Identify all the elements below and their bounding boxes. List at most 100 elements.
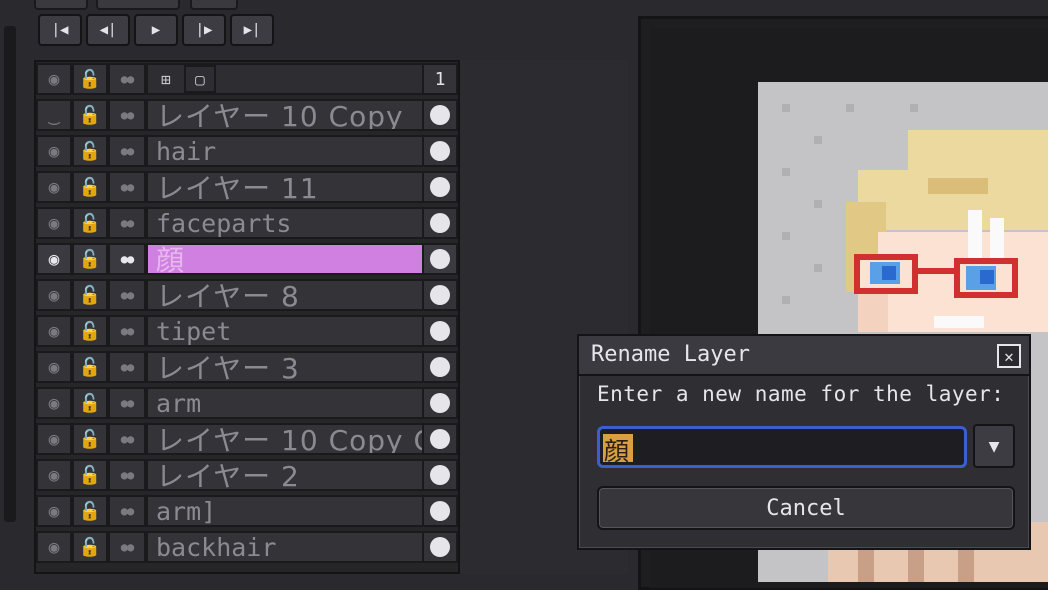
layer-row[interactable]: ◉ 🔓 ●● レイヤー 11: [36, 170, 458, 204]
layer-name[interactable]: backhair: [146, 531, 456, 563]
layer-lock-toggle[interactable]: 🔓: [72, 243, 108, 275]
layer-name[interactable]: hair: [146, 135, 456, 167]
link-icon: ●●: [120, 360, 134, 374]
layer-row[interactable]: ‿ 🔓 ●● レイヤー 10 Copy: [36, 98, 458, 132]
cel-dot-icon: [430, 501, 450, 521]
layer-row[interactable]: ◉ 🔓 ●● arm]: [36, 494, 458, 528]
skip-last-button[interactable]: ▶|: [230, 14, 274, 46]
layer-visibility-toggle[interactable]: ◉: [36, 531, 72, 563]
toggle-all-link[interactable]: ●●: [108, 63, 146, 95]
layer-lock-toggle[interactable]: 🔓: [72, 279, 108, 311]
layer-visibility-toggle[interactable]: ◉: [36, 207, 72, 239]
layer-cel[interactable]: [422, 315, 458, 347]
layer-lock-toggle[interactable]: 🔓: [72, 495, 108, 527]
step-forward-button[interactable]: |▶: [182, 14, 226, 46]
layer-lock-toggle[interactable]: 🔓: [72, 99, 108, 131]
layer-row[interactable]: ◉ 🔓 ●● レイヤー 10 Copy C: [36, 422, 458, 456]
layer-link-toggle[interactable]: ●●: [108, 351, 146, 383]
layer-link-toggle[interactable]: ●●: [108, 171, 146, 203]
layer-name-value: 顔: [604, 437, 630, 466]
layer-link-toggle[interactable]: ●●: [108, 315, 146, 347]
layer-lock-toggle[interactable]: 🔓: [72, 423, 108, 455]
layer-group-icon[interactable]: ⊞: [148, 65, 184, 93]
layer-row[interactable]: ◉ 🔓 ●● arm: [36, 386, 458, 420]
layer-row[interactable]: ◉ 🔓 ●● backhair: [36, 530, 458, 564]
layer-visibility-toggle[interactable]: ◉: [36, 315, 72, 347]
toggle-all-lock[interactable]: 🔓: [72, 63, 108, 95]
layer-visibility-toggle[interactable]: ◉: [36, 351, 72, 383]
layer-lock-toggle[interactable]: 🔓: [72, 315, 108, 347]
layer-name[interactable]: レイヤー 10 Copy C: [146, 423, 456, 455]
layer-link-toggle[interactable]: ●●: [108, 99, 146, 131]
layer-visibility-toggle[interactable]: ◉: [36, 135, 72, 167]
layer-name[interactable]: faceparts: [146, 207, 456, 239]
layer-visibility-toggle[interactable]: ◉: [36, 459, 72, 491]
layer-cel[interactable]: [422, 459, 458, 491]
layer-name[interactable]: 顔: [146, 243, 456, 275]
close-button[interactable]: ✕: [997, 344, 1021, 368]
layer-link-toggle[interactable]: ●●: [108, 531, 146, 563]
new-layer-icon[interactable]: ▢: [184, 65, 216, 93]
layer-name[interactable]: レイヤー 8: [146, 279, 456, 311]
layer-visibility-toggle[interactable]: ◉: [36, 387, 72, 419]
layer-link-toggle[interactable]: ●●: [108, 387, 146, 419]
layer-cel[interactable]: [422, 135, 458, 167]
layer-cel[interactable]: [422, 423, 458, 455]
play-button[interactable]: ▶: [134, 14, 178, 46]
layer-name[interactable]: arm: [146, 387, 456, 419]
layer-visibility-toggle[interactable]: ◉: [36, 243, 72, 275]
layer-row[interactable]: ◉ 🔓 ●● レイヤー 3: [36, 350, 458, 384]
layer-link-toggle[interactable]: ●●: [108, 207, 146, 239]
layer-cel[interactable]: [422, 171, 458, 203]
layer-visibility-toggle[interactable]: ◉: [36, 423, 72, 455]
layer-link-toggle[interactable]: ●●: [108, 495, 146, 527]
layer-name[interactable]: レイヤー 3: [146, 351, 456, 383]
layer-name[interactable]: レイヤー 10 Copy: [146, 99, 456, 131]
layer-cel[interactable]: [422, 351, 458, 383]
layer-cel[interactable]: [422, 243, 458, 275]
layer-row[interactable]: ◉ 🔓 ●● tipet: [36, 314, 458, 348]
layer-lock-toggle[interactable]: 🔓: [72, 459, 108, 491]
layer-lock-toggle[interactable]: 🔓: [72, 351, 108, 383]
cancel-button[interactable]: Cancel: [597, 486, 1015, 530]
layer-visibility-toggle[interactable]: ◉: [36, 495, 72, 527]
layer-link-toggle[interactable]: ●●: [108, 243, 146, 275]
layer-lock-toggle[interactable]: 🔓: [72, 135, 108, 167]
layer-link-toggle[interactable]: ●●: [108, 279, 146, 311]
layer-link-toggle[interactable]: ●●: [108, 459, 146, 491]
layer-row[interactable]: ◉ 🔓 ●● 顔: [36, 242, 458, 276]
layer-link-toggle[interactable]: ●●: [108, 423, 146, 455]
layer-row[interactable]: ◉ 🔓 ●● hair: [36, 134, 458, 168]
layer-visibility-toggle[interactable]: ◉: [36, 171, 72, 203]
layer-cel[interactable]: [422, 387, 458, 419]
layer-cel[interactable]: [422, 99, 458, 131]
layer-link-toggle[interactable]: ●●: [108, 135, 146, 167]
layer-row[interactable]: ◉ 🔓 ●● レイヤー 8: [36, 278, 458, 312]
layer-name-input[interactable]: [597, 426, 967, 468]
skip-first-button[interactable]: |◀: [38, 14, 82, 46]
layer-name[interactable]: レイヤー 11: [146, 171, 456, 203]
layer-row[interactable]: ◉ 🔓 ●● faceparts: [36, 206, 458, 240]
layer-cel[interactable]: [422, 495, 458, 527]
cel-dot-icon: [430, 537, 450, 557]
step-back-button[interactable]: ◀|: [86, 14, 130, 46]
layer-row[interactable]: ◉ 🔓 ●● レイヤー 2: [36, 458, 458, 492]
layer-cel[interactable]: [422, 279, 458, 311]
close-icon: ✕: [1004, 346, 1014, 366]
layer-cel[interactable]: [422, 207, 458, 239]
layer-name[interactable]: レイヤー 2: [146, 459, 456, 491]
layers-scrollbar-thumb[interactable]: [4, 26, 16, 522]
toggle-all-visibility[interactable]: ◉: [36, 63, 72, 95]
layer-visibility-toggle[interactable]: ‿: [36, 99, 72, 131]
layer-lock-toggle[interactable]: 🔓: [72, 531, 108, 563]
layer-name[interactable]: tipet: [146, 315, 456, 347]
frame-header[interactable]: 1: [422, 63, 458, 95]
layer-lock-toggle[interactable]: 🔓: [72, 207, 108, 239]
layer-lock-toggle[interactable]: 🔓: [72, 387, 108, 419]
layer-lock-toggle[interactable]: 🔓: [72, 171, 108, 203]
step-forward-icon: |▶: [195, 22, 213, 38]
layer-visibility-toggle[interactable]: ◉: [36, 279, 72, 311]
name-history-dropdown[interactable]: ▼: [973, 424, 1015, 468]
layer-cel[interactable]: [422, 531, 458, 563]
layer-name[interactable]: arm]: [146, 495, 456, 527]
